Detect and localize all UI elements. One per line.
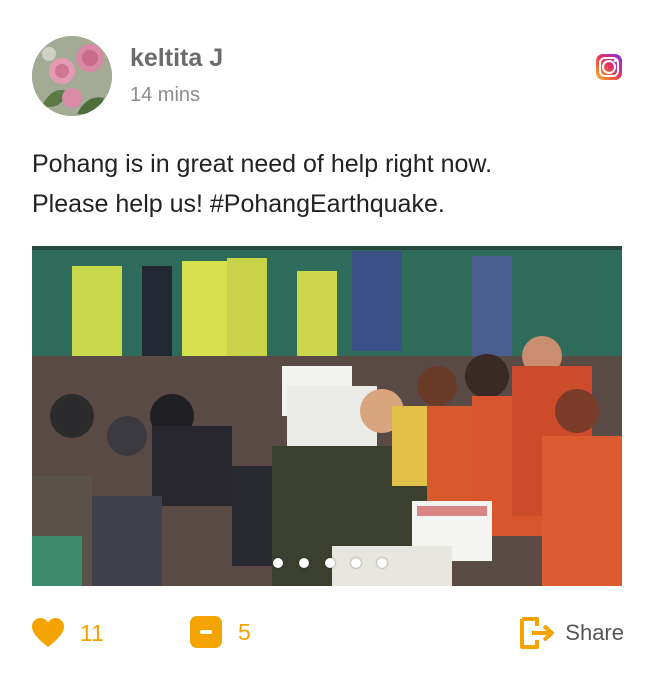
post-header: keltita J 14 mins (32, 36, 624, 116)
share-icon (520, 617, 555, 649)
share-label: Share (565, 620, 624, 645)
post-actions: 11 5 Share (32, 612, 624, 658)
author-name[interactable]: keltita J (130, 44, 223, 73)
like-count: 11 (80, 619, 104, 646)
post-text-line: Pohang is in great need of help right no… (32, 150, 493, 178)
post-timestamp: 14 mins (130, 84, 201, 106)
like-button[interactable]: 11 (32, 618, 104, 648)
post-image-carousel[interactable] (32, 246, 622, 586)
heart-icon (32, 618, 64, 647)
crowd-photo (32, 246, 622, 586)
carousel-dot[interactable] (377, 558, 387, 568)
carousel-dot[interactable] (351, 558, 361, 568)
carousel-dot[interactable] (273, 558, 283, 568)
instagram-icon[interactable] (596, 54, 622, 80)
share-button[interactable]: Share (519, 616, 624, 650)
avatar[interactable] (32, 36, 112, 116)
comment-icon (190, 616, 222, 648)
carousel-indicator[interactable] (32, 558, 622, 568)
comment-count: 5 (238, 618, 251, 645)
comment-button[interactable]: 5 (190, 616, 251, 648)
rose-avatar-image (32, 36, 112, 116)
post-text-line: Please help us! #PohangEarthquake. (32, 190, 445, 218)
carousel-dot[interactable] (299, 558, 309, 568)
post-text: Pohang is in great need of help right no… (32, 144, 624, 224)
carousel-dot[interactable] (325, 558, 335, 568)
